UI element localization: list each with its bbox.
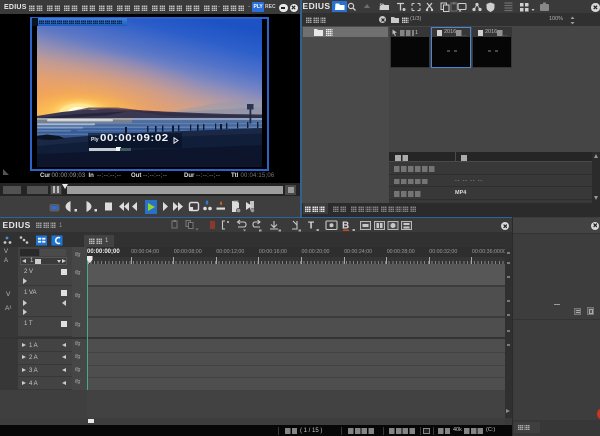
svg-text:T: T [308,221,314,232]
